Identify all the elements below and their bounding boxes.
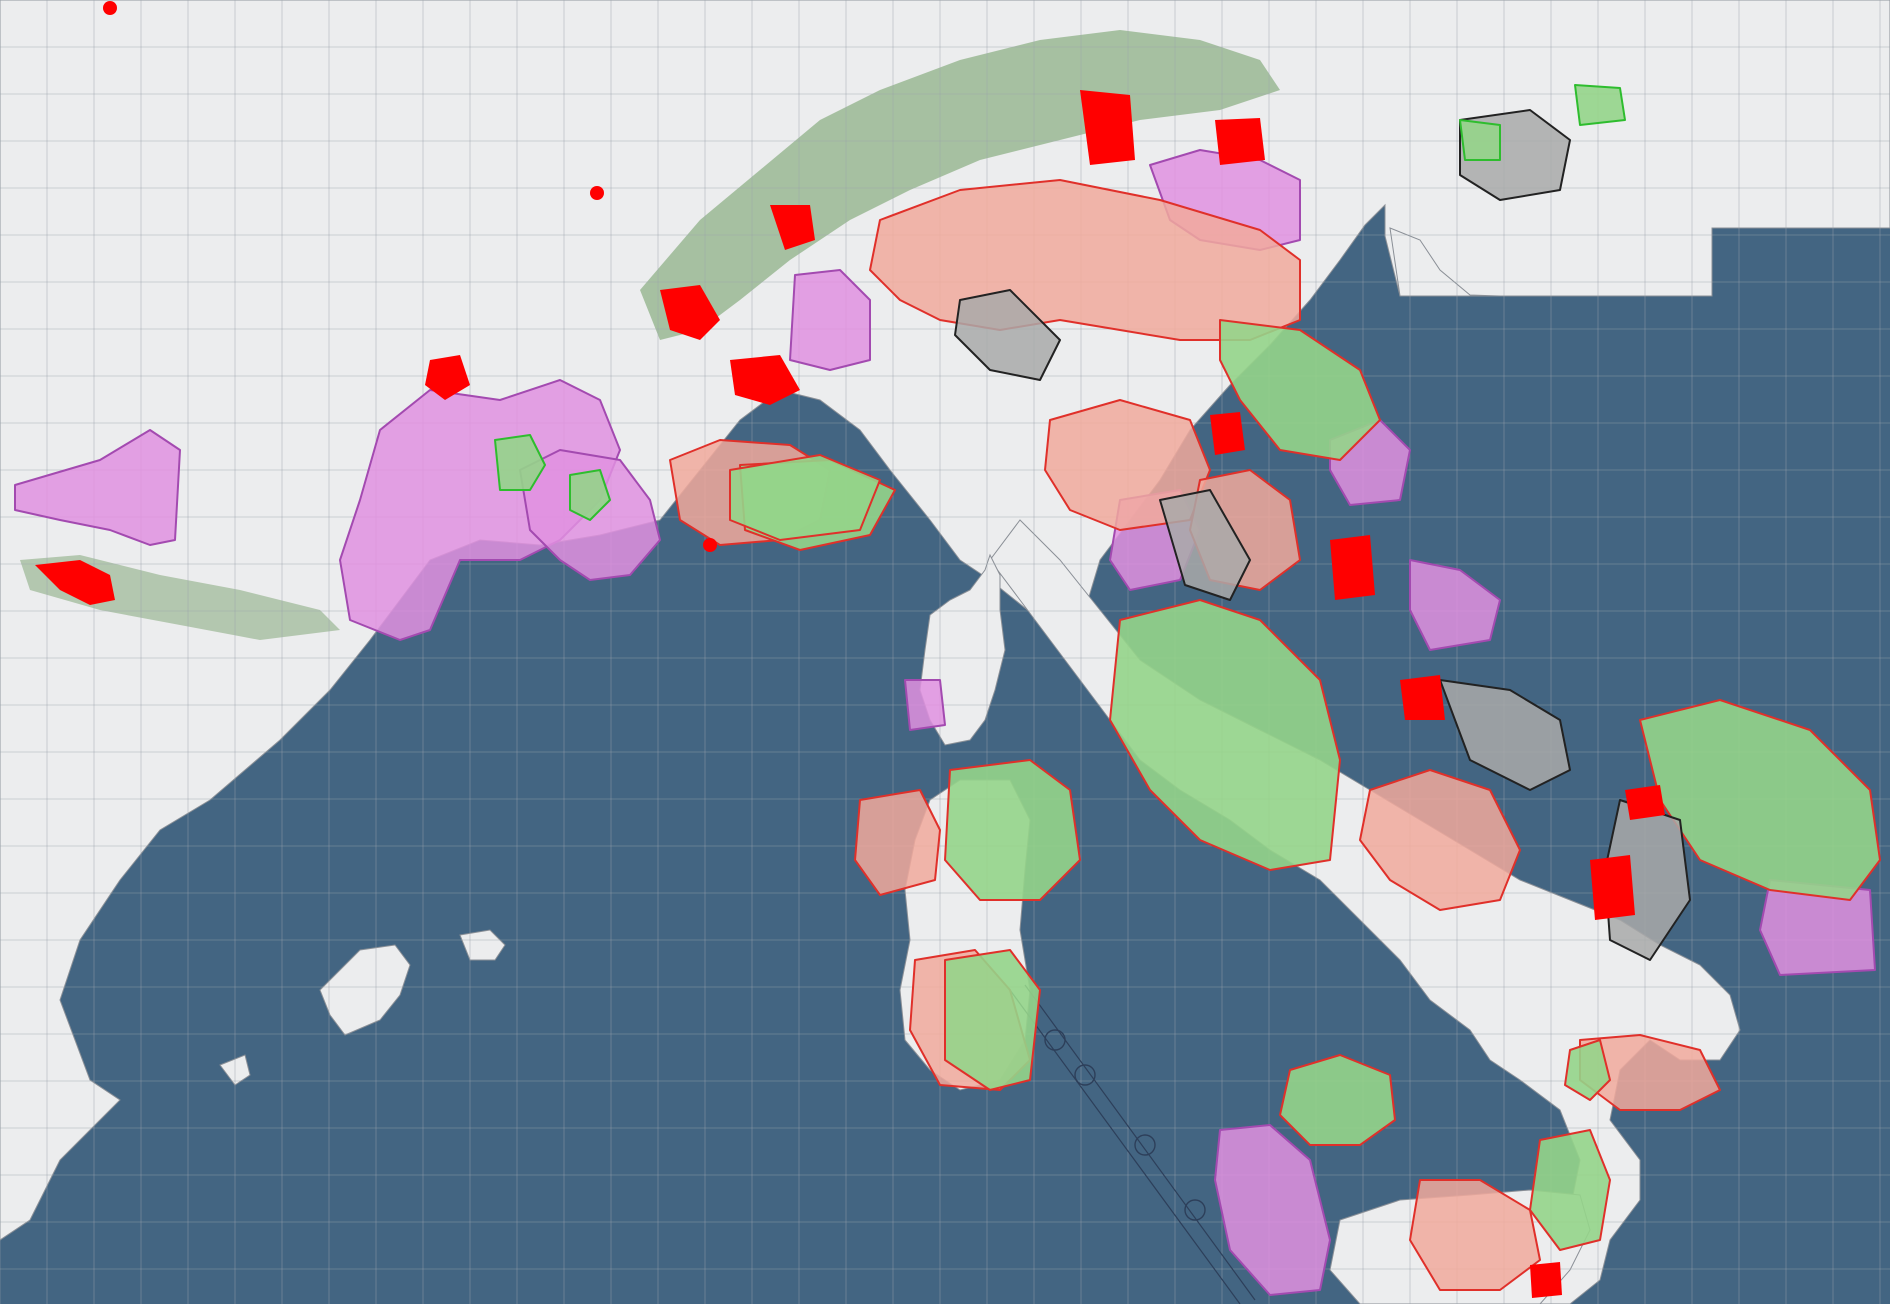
hot-spot-gargano[interactable] bbox=[1625, 785, 1665, 820]
hot-spot-romagna[interactable] bbox=[1210, 412, 1245, 455]
hot-spot-molise[interactable] bbox=[1400, 675, 1445, 720]
hot-spot-veneto[interactable] bbox=[1215, 118, 1265, 165]
hot-spot-point[interactable] bbox=[103, 1, 117, 15]
green-zone-slovenia[interactable] bbox=[1459, 119, 1501, 161]
hot-spot-point[interactable] bbox=[590, 186, 604, 200]
map-viewport[interactable] bbox=[0, 0, 1890, 1304]
hot-spot-lazio[interactable] bbox=[1330, 535, 1375, 600]
hot-spot-point[interactable] bbox=[703, 538, 717, 552]
danger-zone-corsica[interactable] bbox=[904, 679, 946, 731]
hot-spot-apulia[interactable] bbox=[1590, 855, 1635, 920]
restricted-zone-sardinia-north[interactable] bbox=[854, 789, 941, 896]
map-canvas[interactable] bbox=[0, 0, 1890, 1304]
controlled-zone-sardinia-east[interactable] bbox=[944, 949, 1041, 1091]
green-zone-austria[interactable] bbox=[1574, 84, 1626, 126]
hot-spot-sicily[interactable] bbox=[1530, 1262, 1562, 1298]
